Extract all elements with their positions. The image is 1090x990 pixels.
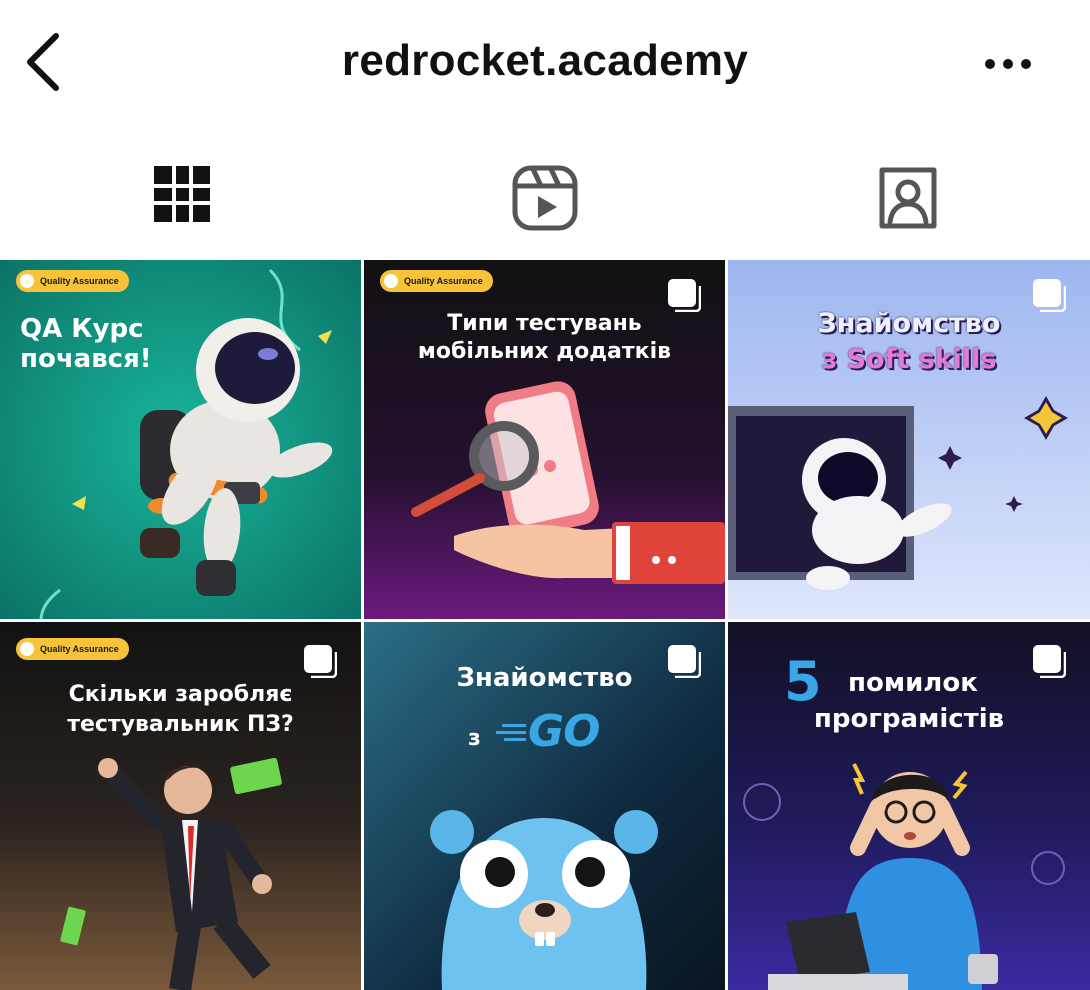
profile-header: redrocket.academy	[0, 0, 1090, 125]
go-logo-text: GO	[528, 706, 601, 757]
post-headline: Скільки заробляє тестувальник ПЗ?	[67, 682, 294, 737]
post-tile[interactable]: Знайомство з Soft skills	[728, 260, 1090, 619]
more-horizontal-icon	[985, 59, 1031, 69]
category-badge: Quality Assurance	[380, 270, 493, 292]
tab-tagged[interactable]	[726, 150, 1089, 254]
grid-icon	[153, 166, 210, 222]
post-headline: Знайомство	[456, 663, 633, 693]
post-tile[interactable]: 5 помилок програмістів	[728, 622, 1090, 990]
post-headline-prefix: з	[468, 726, 481, 751]
post-headline: QA Курс почався!	[20, 314, 152, 374]
profile-tabs	[0, 150, 1090, 254]
category-badge: Quality Assurance	[16, 638, 129, 660]
tab-reels[interactable]	[363, 150, 726, 254]
multiple-photos-icon	[1033, 645, 1066, 678]
post-headline: Знайомство з Soft skills	[817, 308, 1001, 375]
post-tile[interactable]: Quality Assurance Скільки заробляє тесту…	[0, 622, 361, 990]
posts-grid: Quality Assurance QA Курс почався! Quali…	[0, 260, 1090, 990]
profile-username: redrocket.academy	[341, 36, 749, 85]
go-speed-lines	[496, 720, 526, 744]
post-headline: помилок	[848, 668, 978, 698]
post-headline: Типи тестувань мобільних додатків	[417, 311, 672, 364]
multiple-photos-icon	[304, 645, 337, 678]
post-tile[interactable]: Знайомство з GO	[364, 622, 725, 990]
multiple-photos-icon	[668, 279, 701, 312]
category-badge: Quality Assurance	[16, 270, 129, 292]
post-tile[interactable]: Quality Assurance Типи тестувань мобільн…	[364, 260, 725, 619]
post-tile[interactable]: Quality Assurance QA Курс почався!	[0, 260, 361, 619]
tagged-user-icon	[879, 167, 936, 229]
more-options-button[interactable]	[976, 44, 1040, 84]
post-headline: програмістів	[813, 704, 1005, 734]
tab-posts-grid[interactable]	[0, 150, 363, 254]
reels-icon	[512, 165, 577, 231]
